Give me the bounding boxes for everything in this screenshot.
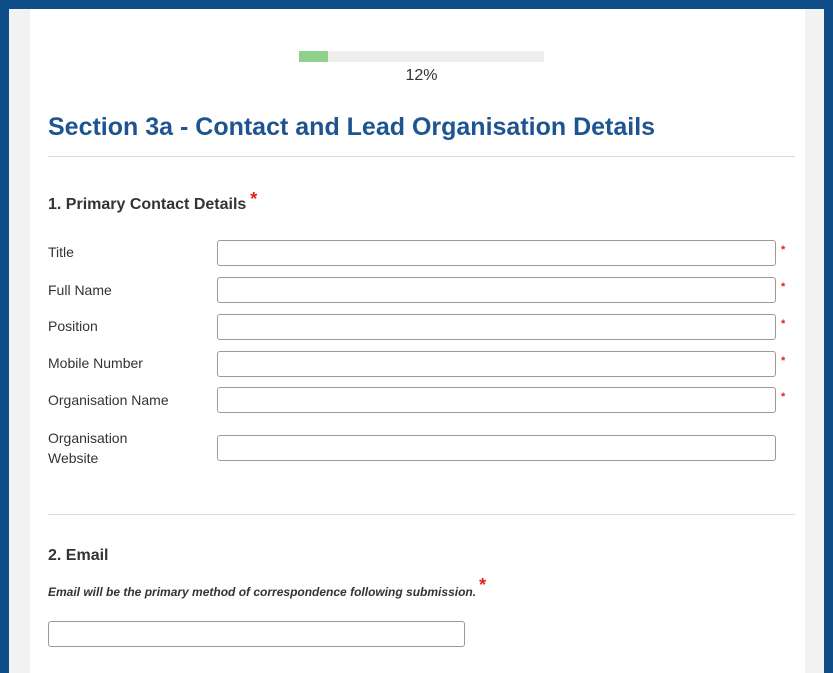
section-divider — [48, 156, 795, 157]
organisation-name-label: Organisation Name — [48, 392, 169, 408]
title-label: Title — [48, 244, 74, 260]
question-1-heading-text: 1. Primary Contact Details — [48, 196, 247, 213]
mobile-number-required-asterisk: * — [781, 355, 786, 367]
mobile-number-input[interactable] — [217, 351, 776, 377]
progress-bar — [299, 51, 544, 62]
email-instruction: Email will be the primary method of corr… — [48, 575, 486, 601]
question-1-heading: 1. Primary Contact Details * — [48, 189, 257, 214]
form-card: 12% Section 3a - Contact and Lead Organi… — [30, 9, 805, 673]
mobile-number-label: Mobile Number — [48, 355, 143, 371]
organisation-name-required-asterisk: * — [781, 391, 786, 403]
full-name-required-asterisk: * — [781, 281, 786, 293]
question-2-heading: 2. Email — [48, 547, 109, 564]
position-label: Position — [48, 318, 98, 334]
organisation-website-input[interactable] — [217, 435, 776, 461]
required-asterisk: * — [479, 575, 487, 595]
full-name-label: Full Name — [48, 282, 112, 298]
email-input[interactable] — [48, 621, 465, 647]
organisation-name-input[interactable] — [217, 387, 776, 413]
question-divider — [48, 514, 795, 515]
email-instruction-text: Email will be the primary method of corr… — [48, 585, 477, 599]
form-page: 12% Section 3a - Contact and Lead Organi… — [9, 9, 824, 673]
progress-percent-label: 12% — [405, 67, 438, 84]
section-title: Section 3a - Contact and Lead Organisati… — [48, 113, 656, 141]
title-required-asterisk: * — [781, 244, 786, 256]
position-required-asterisk: * — [781, 318, 786, 330]
full-name-input[interactable] — [217, 277, 776, 303]
required-asterisk: * — [250, 189, 258, 209]
organisation-website-label: Organisation Website — [48, 430, 128, 466]
progress-bar-fill — [299, 51, 329, 62]
title-input[interactable] — [217, 240, 776, 266]
position-input[interactable] — [217, 314, 776, 340]
